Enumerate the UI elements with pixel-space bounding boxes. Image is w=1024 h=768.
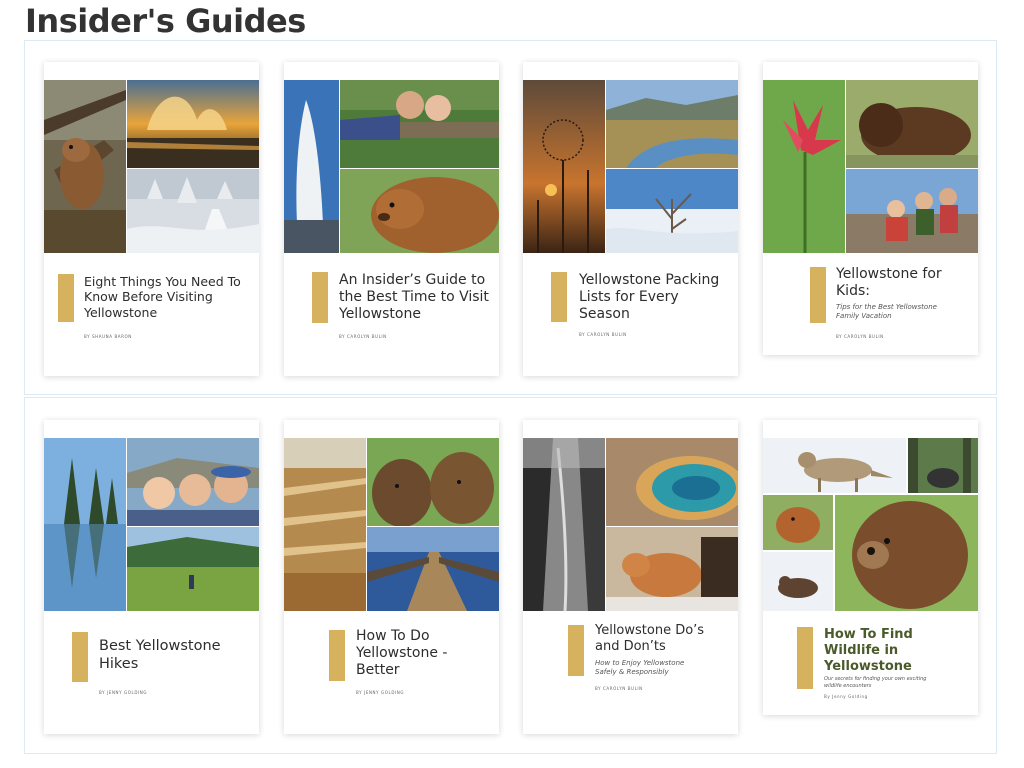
gold-accent-bar [312, 272, 328, 323]
guide-byline: BY CAROLYN BULIN [579, 332, 627, 337]
guide-title: Yellowstone Packing Lists for Every Seas… [579, 272, 720, 323]
otter-photo [763, 552, 833, 611]
prismatic-spring-photo [606, 438, 738, 526]
coyote-photo [763, 438, 906, 493]
guide-card-best-time[interactable]: An Insider’s Guide to the Best Time to V… [284, 62, 499, 376]
guide-card-how-to-do-better[interactable]: How To Do Yellowstone - Better BY JENNY … [284, 420, 499, 734]
gold-accent-bar [329, 630, 345, 681]
kids-hiking-photo [846, 169, 978, 253]
guide-card-for-kids[interactable]: Yellowstone for Kids: Tips for the Best … [763, 62, 978, 355]
bison-calf-small-photo [763, 495, 833, 550]
bison-calf-photo [340, 169, 499, 253]
guide-cover: Eight Things You Need To Know Before Vis… [44, 62, 259, 362]
guide-cover: An Insider’s Guide to the Best Time to V… [284, 62, 499, 362]
gold-accent-bar [810, 267, 826, 323]
guide-cover: How To Find Wildlife in Yellowstone Our … [763, 420, 978, 715]
guide-cover: Yellowstone for Kids: Tips for the Best … [763, 62, 978, 355]
guide-card-eight-things[interactable]: Eight Things You Need To Know Before Vis… [44, 62, 259, 376]
meadow-hiker-photo [127, 527, 259, 611]
bears-photo [367, 438, 499, 526]
guide-title: How To Do Yellowstone - Better [356, 628, 448, 679]
kids-faces-photo [127, 438, 259, 526]
marten-photo [44, 80, 126, 253]
guide-card-dos-and-donts[interactable]: Yellowstone Do’s and Don’ts How to Enjoy… [523, 420, 738, 734]
guide-subtitle: Tips for the Best Yellowstone Family Vac… [836, 303, 937, 321]
guide-byline: BY CAROLYN BULIN [595, 686, 643, 691]
guide-title: How To Find Wildlife in Yellowstone [824, 627, 913, 674]
guide-title: Yellowstone Do’s and Don’ts [595, 623, 705, 654]
guide-card-find-wildlife[interactable]: How To Find Wildlife in Yellowstone Our … [763, 420, 978, 715]
guide-title: Best Yellowstone Hikes [99, 638, 221, 672]
guide-card-packing-lists[interactable]: Yellowstone Packing Lists for Every Seas… [523, 62, 738, 376]
winter-snag-photo [606, 169, 738, 253]
paintbrush-flower-photo [763, 80, 845, 253]
guide-cover: Best Yellowstone Hikes BY JENNY GOLDING [44, 420, 259, 720]
guide-title: An Insider’s Guide to the Best Time to V… [339, 272, 489, 323]
bison-photo [846, 80, 978, 168]
grizzly-photo [835, 495, 978, 611]
winter-boardwalk-photo [127, 169, 259, 253]
guide-byline: BY CAROLYN BULIN [836, 334, 884, 339]
thermal-terraces-photo [284, 438, 366, 611]
boardwalk-photo [367, 527, 499, 611]
guide-cover: How To Do Yellowstone - Better BY JENNY … [284, 420, 499, 720]
gold-accent-bar [72, 632, 88, 682]
canyon-bw-photo [523, 438, 605, 611]
page-title: Insider's Guides [25, 2, 306, 40]
gold-accent-bar [58, 274, 74, 322]
guide-subtitle: How to Enjoy Yellowstone Safely & Respon… [595, 659, 685, 677]
guide-byline: BY JENNY GOLDING [99, 690, 148, 695]
gold-accent-bar [551, 272, 567, 322]
guide-byline: BY SHAUNA BARON [84, 334, 132, 339]
guide-subtitle: Our secrets for finding your own excitin… [824, 676, 927, 689]
guide-byline: BY JENNY GOLDING [356, 690, 405, 695]
guide-cover: Yellowstone Do’s and Don’ts How to Enjoy… [523, 420, 738, 720]
gold-accent-bar [568, 625, 584, 676]
bison-calf-snow-photo [606, 527, 738, 611]
guide-title: Yellowstone for Kids: [836, 266, 942, 300]
guide-byline: BY CAROLYN BULIN [339, 334, 387, 339]
guide-byline: By Jenny Golding [824, 694, 868, 699]
lake-reflection-photo [44, 438, 126, 611]
sunset-geyser-photo [127, 80, 259, 168]
gold-accent-bar [797, 627, 813, 689]
guide-title: Eight Things You Need To Know Before Vis… [84, 274, 241, 320]
guide-card-best-hikes[interactable]: Best Yellowstone Hikes BY JENNY GOLDING [44, 420, 259, 734]
kids-looking-photo [340, 80, 499, 168]
sunset-dandelion-photo [523, 80, 605, 253]
guide-cover: Yellowstone Packing Lists for Every Seas… [523, 62, 738, 362]
wolf-photo [908, 438, 978, 493]
river-valley-photo [606, 80, 738, 168]
old-faithful-photo [284, 80, 339, 253]
